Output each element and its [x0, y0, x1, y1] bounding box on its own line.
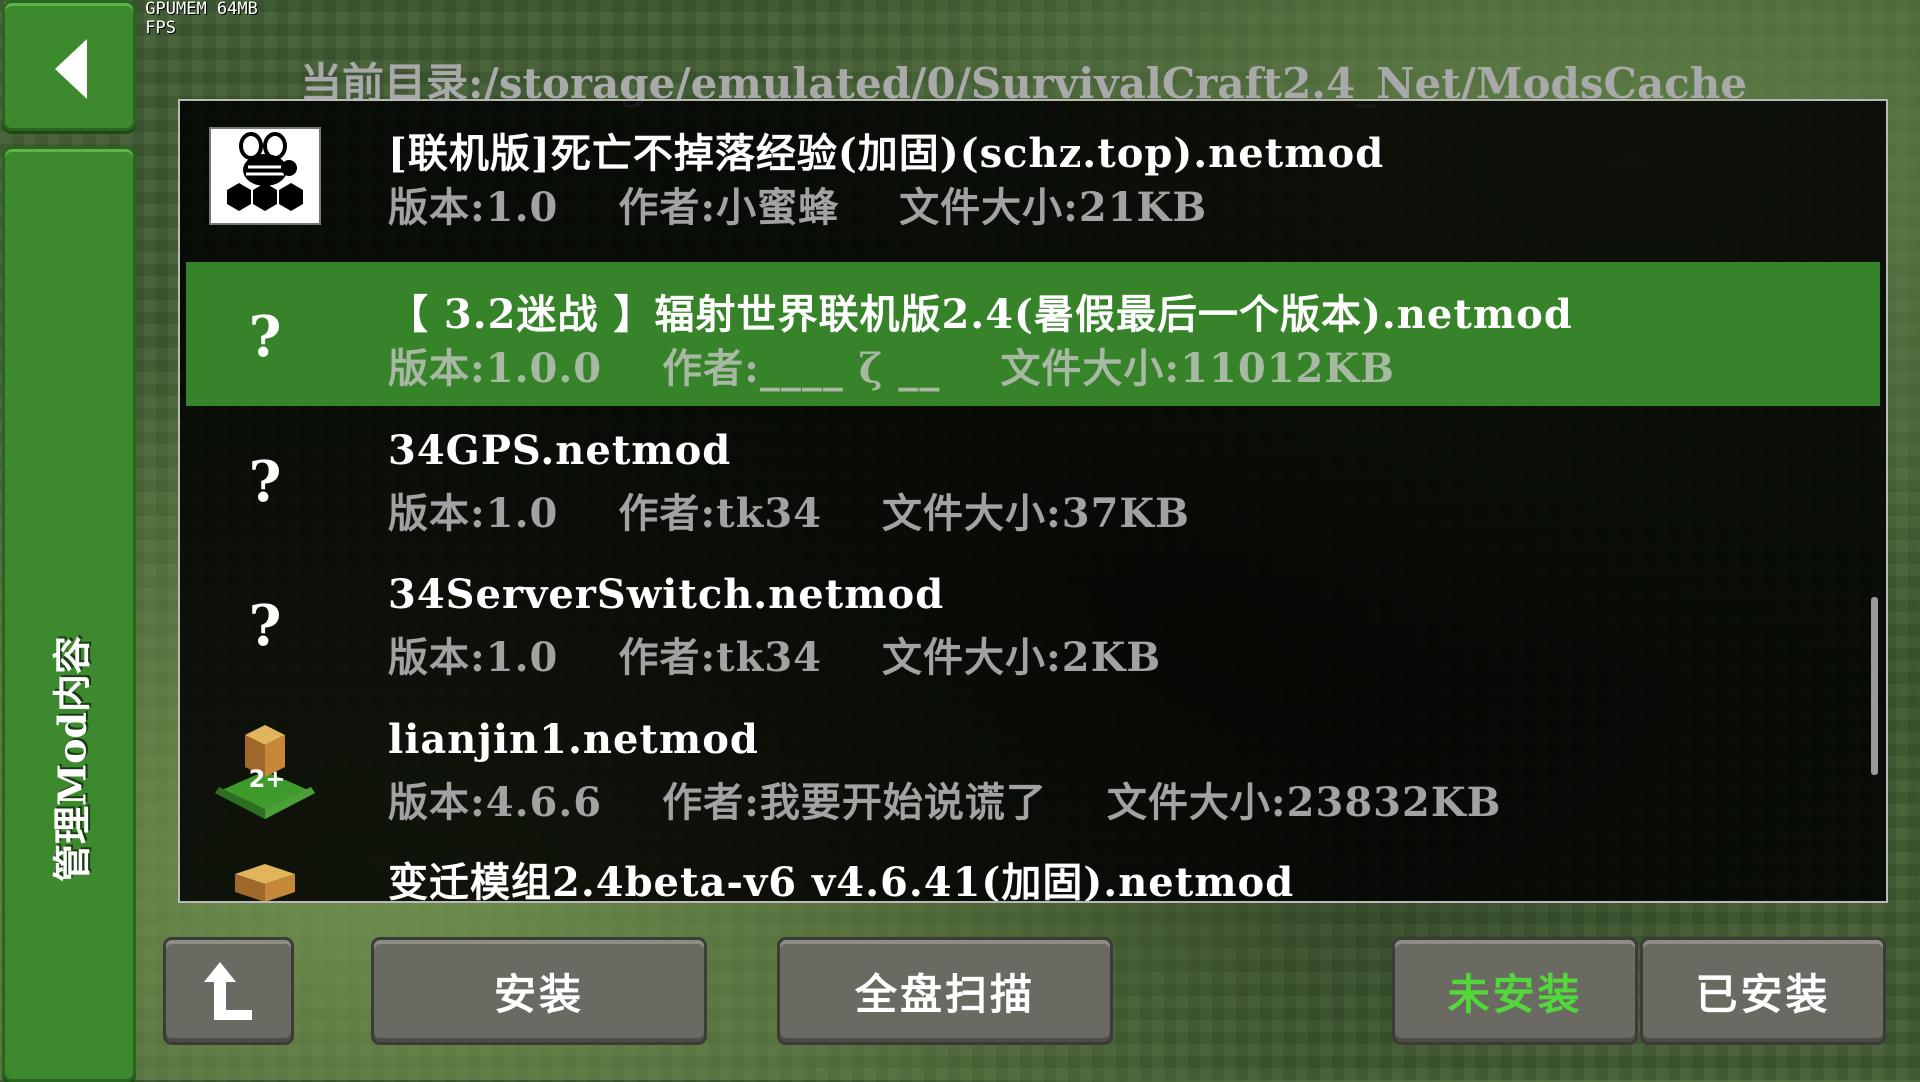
mod-list-item[interactable]: ? 34ServerSwitch.netmod 版本:1.0 作者:tk34 文件大…	[180, 551, 1886, 695]
mod-version: 版本:4.6.6	[388, 779, 603, 826]
mod-file-list[interactable]: [联机版]死亡不掉落经验(加固)(schz.top).netmod 版本:1.0…	[178, 99, 1888, 903]
mod-size: 文件大小:21KB	[899, 184, 1208, 231]
mod-meta: 版本:4.6.6 作者:我要开始说谎了 文件大小:23832KB	[388, 770, 1561, 828]
parent-directory-button[interactable]	[163, 937, 294, 1045]
bee-icon	[209, 127, 321, 225]
list-scrollbar[interactable]	[1871, 597, 1878, 775]
mod-author: 作者:____ ζ __	[662, 345, 941, 392]
mod-size: 文件大小:11012KB	[1000, 345, 1395, 392]
full-scan-button[interactable]: 全盘扫描	[777, 937, 1113, 1045]
mod-name: lianjin1.netmod	[388, 716, 759, 763]
side-tab-manage-mods[interactable]: 管理Mod内容	[2, 146, 136, 1082]
tab-installed[interactable]: 已安装	[1640, 937, 1886, 1045]
mod-list-item[interactable]: 变迁模组2.4beta-v6 v4.6.41(加固).netmod	[180, 840, 1886, 903]
tab-not-installed[interactable]: 未安装	[1392, 937, 1638, 1045]
mod-version: 版本:1.0	[388, 184, 559, 231]
mod-version: 版本:1.0	[388, 634, 559, 681]
mod-author: 作者:tk34	[618, 490, 822, 537]
mod-meta: 版本:1.0 作者:tk34 文件大小:37KB	[388, 481, 1250, 539]
mod-list-item[interactable]: 2+ lianjin1.netmod 版本:4.6.6 作者:我要开始说谎了 文件大…	[180, 696, 1886, 840]
mod-version: 版本:1.0	[388, 490, 559, 537]
question-icon: ?	[248, 593, 282, 659]
side-tab-label: 管理Mod内容	[49, 636, 95, 882]
mod-list-item[interactable]: ? 34GPS.netmod 版本:1.0 作者:tk34 文件大小:37KB	[180, 407, 1886, 551]
mod-size: 文件大小:2KB	[881, 634, 1162, 681]
up-arrow-icon	[203, 962, 252, 1020]
mod-version: 版本:1.0.0	[388, 345, 603, 392]
install-button[interactable]: 安装	[371, 937, 707, 1045]
mod-list-item[interactable]: [联机版]死亡不掉落经验(加固)(schz.top).netmod 版本:1.0…	[180, 101, 1886, 245]
mod-author: 作者:我要开始说谎了	[662, 779, 1047, 826]
mod-author: 作者:tk34	[618, 634, 822, 681]
mod-size: 文件大小:23832KB	[1106, 779, 1502, 826]
mod-size: 文件大小:37KB	[881, 490, 1190, 537]
back-arrow-icon	[55, 39, 87, 99]
survivalcraft-2plus-icon: 2+	[209, 722, 321, 820]
mod-name: 34GPS.netmod	[388, 427, 732, 474]
mod-meta: 版本:1.0.0 作者:____ ζ __ 文件大小:11012KB	[388, 336, 1455, 394]
mod-name: [联机版]死亡不掉落经验(加固)(schz.top).netmod	[388, 130, 1385, 177]
mod-list-item-selected[interactable]: ? 【 3.2迷战 】辐射世界联机版2.4(暑假最后一个版本).netmod 版…	[186, 262, 1880, 406]
svg-text:2+: 2+	[249, 765, 286, 793]
mod-name: 34ServerSwitch.netmod	[388, 571, 945, 618]
question-icon: ?	[248, 449, 282, 515]
back-button[interactable]	[2, 0, 136, 131]
mod-meta: 版本:1.0 作者:tk34 文件大小:2KB	[388, 625, 1221, 683]
wood-block-icon	[209, 862, 321, 901]
question-icon: ?	[248, 304, 282, 370]
mod-name: 【 3.2迷战 】辐射世界联机版2.4(暑假最后一个版本).netmod	[388, 291, 1573, 338]
mod-name: 变迁模组2.4beta-v6 v4.6.41(加固).netmod	[388, 859, 1295, 903]
mod-author: 作者:小蜜蜂	[618, 184, 840, 231]
mod-meta: 版本:1.0 作者:小蜜蜂 文件大小:21KB	[388, 175, 1267, 233]
